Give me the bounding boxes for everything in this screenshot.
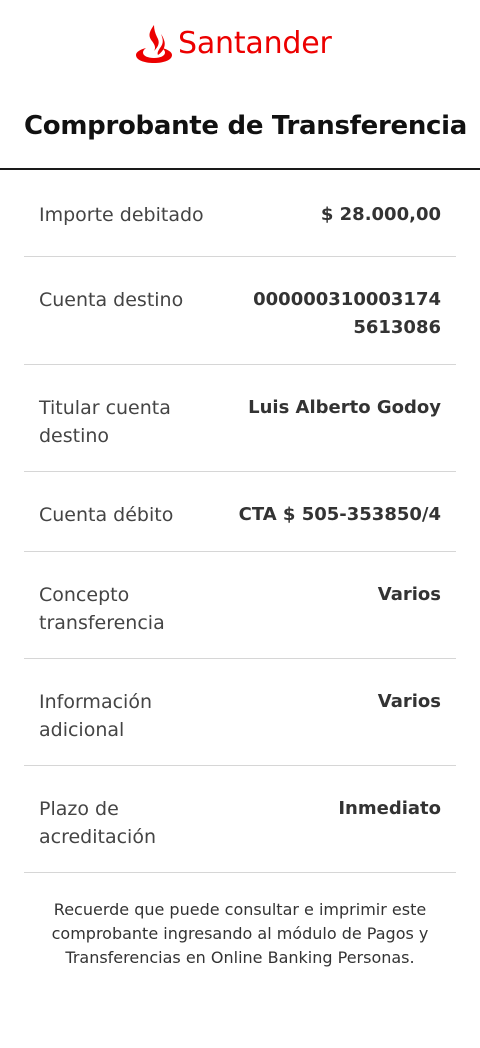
detail-value: $ 28.000,00 — [320, 204, 441, 225]
detail-value: Inmediato — [338, 798, 441, 819]
detail-row-plazo: Plazo de acreditación Inmediato — [24, 766, 456, 873]
brand-name: Santander — [178, 26, 332, 61]
detail-label: Cuenta destino — [39, 289, 184, 311]
detail-row-informacion: Información adicional Varios — [24, 659, 456, 766]
footer-note: Recuerde que puede consultar e imprimir … — [51, 900, 429, 967]
detail-label: Importe debitado — [39, 204, 204, 226]
page-title: Comprobante de Transferencia — [24, 111, 468, 141]
detail-label: Información adicional — [39, 691, 152, 741]
header: Santander — [0, 0, 480, 96]
santander-logo: Santander — [134, 24, 332, 64]
detail-value: CTA $ 505-353850/4 — [238, 504, 441, 525]
detail-label: Plazo de acreditación — [39, 798, 156, 848]
detail-label: Titular cuenta destino — [39, 397, 171, 447]
detail-row-cuenta-destino: Cuenta destino 0000003100031745613086 — [24, 257, 456, 365]
detail-label: Cuenta débito — [39, 504, 174, 526]
detail-value: Varios — [377, 691, 441, 712]
detail-row-titular: Titular cuenta destino Luis Alberto Godo… — [24, 365, 456, 472]
transfer-details: Importe debitado $ 28.000,00 Cuenta dest… — [24, 172, 456, 873]
detail-row-concepto: Concepto transferencia Varios — [24, 552, 456, 659]
detail-label: Concepto transferencia — [39, 584, 165, 634]
detail-value: Varios — [377, 584, 441, 605]
title-bar: Comprobante de Transferencia — [0, 96, 480, 170]
detail-row-cuenta-debito: Cuenta débito CTA $ 505-353850/4 — [24, 472, 456, 552]
detail-row-importe: Importe debitado $ 28.000,00 — [24, 172, 456, 257]
detail-value: 0000003100031745613086 — [253, 289, 441, 338]
santander-flame-icon — [136, 25, 172, 63]
detail-value: Luis Alberto Godoy — [248, 397, 441, 418]
